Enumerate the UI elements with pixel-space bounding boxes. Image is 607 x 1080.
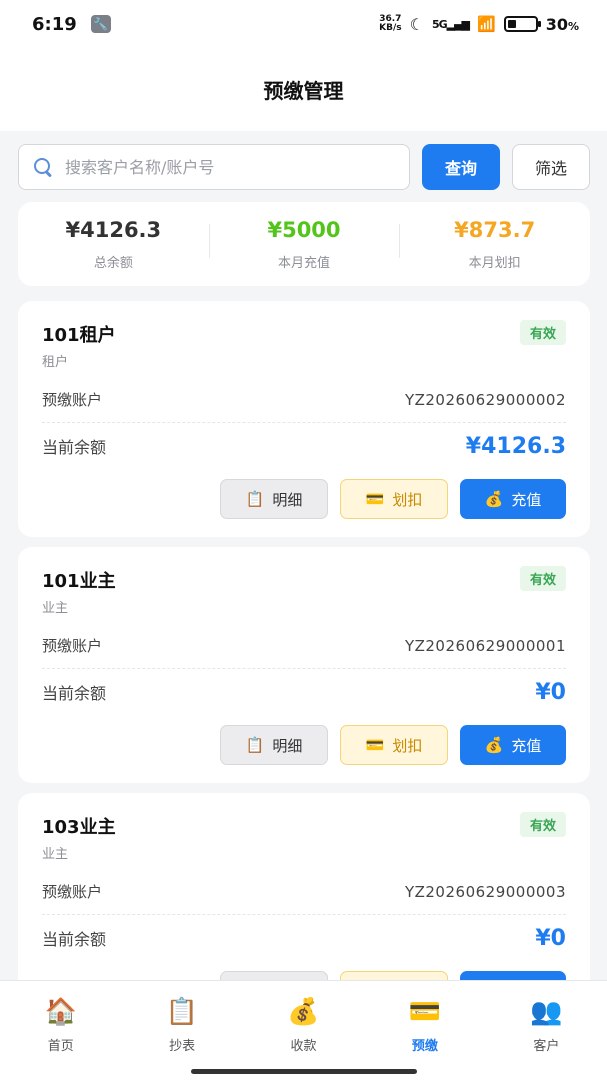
account-number: YZ20260629000002 (404, 390, 566, 409)
summary-month-deduct: ¥873.7 本月划扣 (399, 218, 590, 271)
tab-label: 收款 (290, 1039, 317, 1054)
tab-label: 客户 (533, 1039, 560, 1054)
net-speed: 36.7 KB/s (379, 15, 401, 33)
card-icon: 💳 (365, 736, 385, 754)
balance-value: ¥0 (535, 925, 566, 951)
account-label: 预缴账户 (42, 637, 103, 655)
card-icon: 💳 (365, 490, 385, 508)
account-number-row: 预缴账户 YZ20260629000002 (42, 385, 566, 423)
users-icon: 👥 (530, 997, 563, 1027)
detail-label: 明细 (272, 736, 303, 755)
deduct-button[interactable]: 💳 划扣 (340, 725, 448, 765)
recharge-label: 充值 (511, 490, 542, 509)
battery-fill (507, 20, 516, 28)
recharge-button[interactable]: 💰 充值 (460, 479, 566, 519)
account-name: 101租户 (42, 325, 116, 346)
page-header: 预缴管理 (0, 48, 607, 131)
net-speed-unit: KB/s (379, 23, 402, 33)
account-label: 预缴账户 (42, 883, 103, 901)
status-right: 36.7 KB/s ☾ 5G▂▄▆ 📶 30% (379, 15, 579, 34)
query-button[interactable]: 查询 (422, 144, 500, 190)
money-bag-icon: 💰 (287, 997, 320, 1027)
tab-prepay[interactable]: 💳 预缴 (364, 981, 485, 1059)
home-indicator[interactable] (191, 1069, 417, 1074)
detail-label: 明细 (272, 490, 303, 509)
balance-row: 当前余额 ¥4126.3 (42, 429, 566, 463)
house-icon: 🏠 (44, 997, 77, 1027)
search-box[interactable] (18, 144, 410, 190)
battery-text: 30% (546, 15, 579, 34)
deduct-button[interactable]: 💳 划扣 (340, 479, 448, 519)
card-actions: 📋 明细 💳 划扣 💰 充值 (220, 479, 566, 519)
summary-label: 总余额 (93, 255, 133, 271)
summary-card: ¥4126.3 总余额 ¥5000 本月充值 ¥873.7 本月划扣 (18, 202, 590, 286)
summary-value: ¥5000 (267, 217, 341, 242)
summary-total-balance: ¥4126.3 总余额 (18, 218, 209, 271)
wrench-icon: 🔧 (90, 15, 111, 33)
tab-home[interactable]: 🏠 首页 (0, 981, 121, 1059)
tab-meter-reading[interactable]: 📋 抄表 (121, 981, 242, 1059)
moon-icon: ☾ (409, 14, 424, 34)
account-name: 103业主 (42, 817, 116, 838)
account-type: 租户 (42, 355, 69, 370)
search-icon (33, 157, 53, 177)
filter-button[interactable]: 筛选 (512, 144, 590, 190)
tab-label: 预缴 (411, 1039, 438, 1054)
summary-label: 本月划扣 (468, 255, 521, 271)
battery-unit: % (567, 19, 579, 33)
account-type: 业主 (42, 601, 69, 616)
account-number-row: 预缴账户 YZ20260629000001 (42, 631, 566, 669)
summary-value: ¥873.7 (454, 217, 536, 242)
bottom-tab-bar: 🏠 首页 📋 抄表 💰 收款 💳 预缴 👥 客户 (0, 980, 607, 1080)
tab-collection[interactable]: 💰 收款 (243, 981, 364, 1059)
summary-label: 本月充值 (278, 255, 331, 271)
clipboard-icon: 📋 (245, 736, 265, 754)
tab-label: 抄表 (169, 1039, 196, 1054)
battery-percent: 30 (545, 14, 568, 34)
deduct-label: 划扣 (392, 736, 423, 755)
status-badge: 有效 (519, 320, 566, 345)
account-card[interactable]: 101业主 业主 有效 预缴账户 YZ20260629000001 当前余额 ¥… (18, 547, 590, 783)
clipboard-icon: 📋 (245, 490, 265, 508)
deduct-label: 划扣 (392, 490, 423, 509)
account-name: 101业主 (42, 571, 116, 592)
search-input[interactable] (65, 157, 395, 177)
recharge-button[interactable]: 💰 充值 (460, 725, 566, 765)
search-row: 查询 筛选 (18, 144, 590, 190)
account-card[interactable]: 101租户 租户 有效 预缴账户 YZ20260629000002 当前余额 ¥… (18, 301, 590, 537)
balance-value: ¥0 (535, 679, 566, 705)
detail-button[interactable]: 📋 明细 (220, 479, 328, 519)
balance-row: 当前余额 ¥0 (42, 675, 566, 709)
balance-row: 当前余额 ¥0 (42, 921, 566, 955)
card-actions: 📋 明细 💳 划扣 💰 充值 (220, 725, 566, 765)
signal-label: 5G (431, 17, 448, 31)
account-number: YZ20260629000001 (404, 636, 566, 655)
status-badge: 有效 (519, 566, 566, 591)
account-label: 预缴账户 (42, 391, 103, 409)
recharge-label: 充值 (511, 736, 542, 755)
status-time: 6:19 (32, 13, 77, 35)
battery-icon (503, 16, 541, 32)
money-bag-icon: 💰 (484, 736, 504, 754)
summary-value: ¥4126.3 (65, 217, 162, 242)
wifi-icon: 📶 (477, 15, 496, 33)
summary-month-recharge: ¥5000 本月充值 (208, 217, 400, 271)
clipboard-icon: 📋 (165, 997, 199, 1027)
tab-customers[interactable]: 👥 客户 (486, 981, 607, 1059)
balance-value: ¥4126.3 (465, 433, 566, 459)
account-type: 业主 (42, 847, 69, 862)
account-number: YZ20260629000003 (404, 882, 566, 901)
balance-label: 当前余额 (42, 438, 107, 457)
card-icon: 💳 (408, 997, 442, 1027)
balance-label: 当前余额 (42, 930, 107, 949)
tab-label: 首页 (47, 1039, 74, 1054)
status-bar: 6:19 🔧 36.7 KB/s ☾ 5G▂▄▆ 📶 30% (0, 0, 607, 48)
page-title: 预缴管理 (263, 79, 344, 103)
signal-icon: 5G▂▄▆ (431, 17, 470, 31)
money-bag-icon: 💰 (484, 490, 504, 508)
status-badge: 有效 (519, 812, 566, 837)
balance-label: 当前余额 (42, 684, 107, 703)
account-number-row: 预缴账户 YZ20260629000003 (42, 877, 566, 915)
detail-button[interactable]: 📋 明细 (220, 725, 328, 765)
